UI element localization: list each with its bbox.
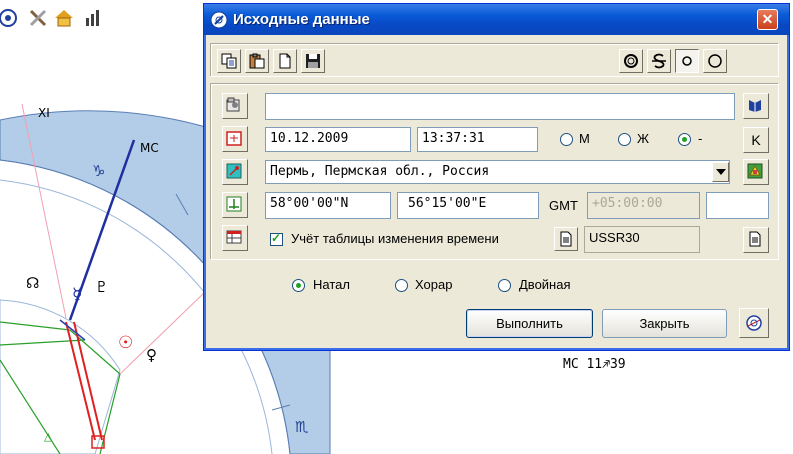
dialog-toolbar	[211, 44, 779, 77]
copy-button[interactable]	[217, 49, 241, 73]
chart-type-double-radio[interactable]	[498, 279, 511, 292]
k-button[interactable]: K	[743, 127, 769, 153]
close-window-button[interactable]: ✕	[757, 9, 778, 30]
chevron-down-icon	[716, 169, 726, 175]
chart-refresh-button[interactable]	[739, 308, 769, 338]
time-table-checkbox[interactable]: ✓	[270, 231, 283, 246]
timezone-table-open-button[interactable]	[743, 227, 769, 253]
close-button[interactable]: Закрыть	[602, 309, 727, 338]
table-grid-icon	[226, 230, 242, 244]
triangle-glyph: △	[44, 430, 53, 443]
mc-label: MC	[140, 141, 159, 155]
gmt-label: GMT	[549, 198, 578, 213]
save-button[interactable]	[301, 49, 325, 73]
name-input[interactable]	[265, 93, 735, 120]
sun-glyph: ☉	[118, 333, 133, 353]
gender-none-label: -	[698, 131, 703, 146]
extra-input[interactable]	[706, 192, 769, 219]
circle-icon	[708, 54, 722, 68]
execute-button[interactable]: Выполнить	[466, 309, 593, 338]
gender-none-radio[interactable]	[678, 133, 691, 146]
paste-icon	[249, 53, 265, 69]
time-input[interactable]: 13:37:31	[417, 127, 538, 152]
book-heart-icon	[749, 100, 761, 112]
house-label-xi: XI	[38, 106, 50, 120]
calendar-icon	[226, 131, 242, 146]
ring-icon	[624, 54, 638, 68]
input-panel: 10.12.2009 13:37:31 М Ж - K Пермь, Пермс…	[211, 84, 779, 260]
map-button[interactable]	[222, 159, 248, 185]
map-pointer-icon	[226, 163, 242, 179]
time-table-label: Учёт таблицы изменения времени	[291, 231, 499, 246]
circle-button[interactable]	[703, 49, 727, 73]
atlas-map-icon	[747, 163, 763, 179]
app-toolbar	[0, 0, 205, 30]
house-person-icon[interactable]	[54, 8, 74, 28]
date-input[interactable]: 10.12.2009	[265, 127, 411, 152]
strike-s-button[interactable]	[647, 49, 671, 73]
name-list-button[interactable]	[743, 93, 769, 119]
mc-readout: MC 11♐39	[563, 357, 626, 372]
paste-button[interactable]	[245, 49, 269, 73]
new-document-icon	[279, 53, 291, 69]
copy-icon	[221, 53, 237, 69]
location-select[interactable]: Пермь, Пермская обл., Россия	[265, 160, 730, 184]
small-circle-icon	[682, 56, 692, 66]
new-document-button[interactable]	[273, 49, 297, 73]
chart-type-horar-label: Хорар	[415, 277, 453, 292]
dialog-title: Исходные данные	[233, 11, 370, 28]
close-icon: ✕	[761, 11, 774, 27]
document-lines-icon	[560, 231, 572, 247]
longitude-input[interactable]: 56°15'00"E	[397, 192, 539, 219]
time-table-open-button[interactable]	[554, 227, 578, 251]
ring-view-button[interactable]	[619, 49, 643, 73]
mercury-glyph: ☿	[72, 285, 82, 305]
location-dropdown-arrow[interactable]	[712, 162, 729, 182]
scorpio-glyph: ♏	[295, 418, 309, 436]
latitude-input[interactable]: 58°00'00"N	[265, 192, 391, 219]
atlas-button[interactable]	[743, 159, 769, 185]
gmt-offset-input[interactable]: +05:00:00	[587, 192, 700, 219]
document-lines-icon	[749, 231, 761, 247]
pluto-glyph: ♇	[95, 278, 108, 296]
dialog-titlebar[interactable]: Исходные данные ✕	[204, 4, 789, 35]
chart-type-natal-radio[interactable]	[292, 279, 305, 292]
strike-s-icon	[652, 53, 666, 69]
north-node-glyph: ☊	[26, 274, 39, 292]
chart-wheel-icon[interactable]	[0, 8, 20, 28]
timezone-table-field: USSR30	[584, 226, 700, 253]
chart-type-natal-label: Натал	[313, 277, 350, 292]
chart-type-double-label: Двойная	[519, 277, 571, 292]
time-table-button[interactable]	[222, 225, 248, 251]
calendar-button[interactable]	[222, 126, 248, 152]
source-data-dialog: Исходные данные ✕ 10.12.2009 13:37:31 М …	[203, 3, 790, 351]
inner-circle	[0, 299, 121, 454]
person-card-button[interactable]	[222, 93, 248, 119]
crosshair-icon	[226, 196, 242, 212]
capricorn-glyph: ♑	[92, 162, 105, 180]
gender-f-radio[interactable]	[618, 133, 631, 146]
gender-m-label: М	[579, 131, 590, 146]
coordinates-button[interactable]	[222, 192, 248, 218]
checkmark-icon: ✓	[271, 231, 282, 245]
chart-wheel-icon	[746, 315, 762, 331]
k-button-label: K	[751, 132, 761, 148]
gender-f-label: Ж	[637, 131, 650, 146]
chart-bars-person-icon[interactable]	[84, 8, 104, 28]
app-logo-icon	[210, 11, 228, 29]
gender-m-radio[interactable]	[560, 133, 573, 146]
venus-glyph: ♀	[146, 346, 157, 364]
chart-type-horar-radio[interactable]	[395, 279, 408, 292]
save-disk-icon	[306, 54, 320, 68]
small-circle-button[interactable]	[675, 49, 699, 73]
tools-icon[interactable]	[28, 8, 48, 28]
person-card-icon	[226, 97, 240, 112]
